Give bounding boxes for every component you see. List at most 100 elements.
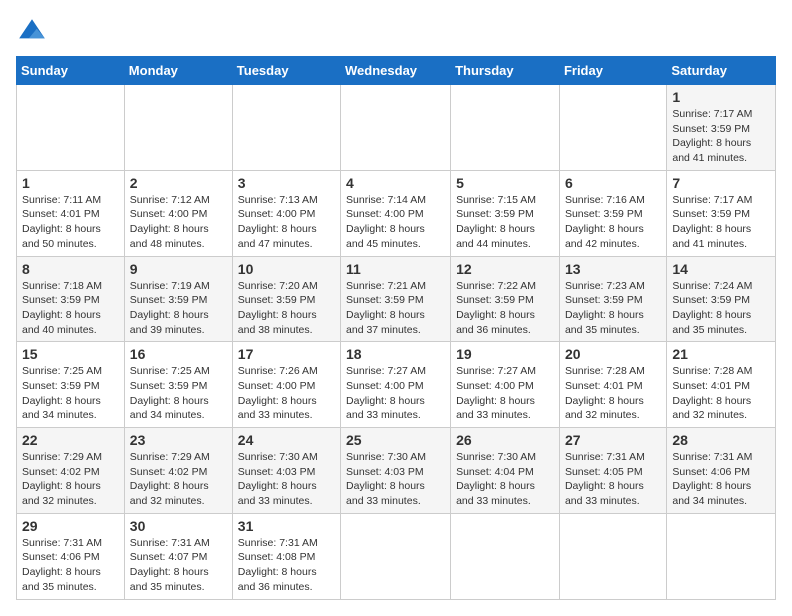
calendar-cell: 5 Sunrise: 7:15 AMSunset: 3:59 PMDayligh… — [451, 170, 560, 256]
day-number: 1 — [672, 89, 770, 105]
column-header-friday: Friday — [559, 57, 666, 85]
day-info: Sunrise: 7:23 AMSunset: 3:59 PMDaylight:… — [565, 280, 645, 336]
calendar-week-row: 8 Sunrise: 7:18 AMSunset: 3:59 PMDayligh… — [17, 256, 776, 342]
calendar-cell — [559, 513, 666, 599]
day-info: Sunrise: 7:31 AMSunset: 4:06 PMDaylight:… — [22, 537, 102, 593]
calendar-cell: 12 Sunrise: 7:22 AMSunset: 3:59 PMDaylig… — [451, 256, 560, 342]
calendar-cell — [341, 85, 451, 171]
day-info: Sunrise: 7:14 AMSunset: 4:00 PMDaylight:… — [346, 194, 426, 250]
day-info: Sunrise: 7:16 AMSunset: 3:59 PMDaylight:… — [565, 194, 645, 250]
day-info: Sunrise: 7:29 AMSunset: 4:02 PMDaylight:… — [22, 451, 102, 507]
day-info: Sunrise: 7:25 AMSunset: 3:59 PMDaylight:… — [22, 365, 102, 421]
logo — [16, 16, 52, 48]
page-header — [16, 16, 776, 48]
calendar-cell: 29 Sunrise: 7:31 AMSunset: 4:06 PMDaylig… — [17, 513, 125, 599]
day-info: Sunrise: 7:24 AMSunset: 3:59 PMDaylight:… — [672, 280, 752, 336]
day-number: 23 — [130, 432, 227, 448]
calendar-cell: 16 Sunrise: 7:25 AMSunset: 3:59 PMDaylig… — [124, 342, 232, 428]
day-number: 15 — [22, 346, 119, 362]
calendar-cell: 18 Sunrise: 7:27 AMSunset: 4:00 PMDaylig… — [341, 342, 451, 428]
day-info: Sunrise: 7:27 AMSunset: 4:00 PMDaylight:… — [346, 365, 426, 421]
calendar-cell — [232, 85, 340, 171]
day-info: Sunrise: 7:31 AMSunset: 4:06 PMDaylight:… — [672, 451, 752, 507]
day-number: 18 — [346, 346, 445, 362]
calendar-cell: 25 Sunrise: 7:30 AMSunset: 4:03 PMDaylig… — [341, 428, 451, 514]
day-number: 16 — [130, 346, 227, 362]
calendar-header-row: SundayMondayTuesdayWednesdayThursdayFrid… — [17, 57, 776, 85]
day-number: 26 — [456, 432, 554, 448]
day-info: Sunrise: 7:15 AMSunset: 3:59 PMDaylight:… — [456, 194, 536, 250]
calendar-table: SundayMondayTuesdayWednesdayThursdayFrid… — [16, 56, 776, 600]
day-info: Sunrise: 7:21 AMSunset: 3:59 PMDaylight:… — [346, 280, 426, 336]
calendar-cell: 1 Sunrise: 7:11 AMSunset: 4:01 PMDayligh… — [17, 170, 125, 256]
day-number: 3 — [238, 175, 335, 191]
calendar-week-row: 29 Sunrise: 7:31 AMSunset: 4:06 PMDaylig… — [17, 513, 776, 599]
day-number: 31 — [238, 518, 335, 534]
day-number: 5 — [456, 175, 554, 191]
day-number: 8 — [22, 261, 119, 277]
day-info: Sunrise: 7:30 AMSunset: 4:03 PMDaylight:… — [238, 451, 318, 507]
day-info: Sunrise: 7:19 AMSunset: 3:59 PMDaylight:… — [130, 280, 210, 336]
day-number: 20 — [565, 346, 661, 362]
calendar-cell: 20 Sunrise: 7:28 AMSunset: 4:01 PMDaylig… — [559, 342, 666, 428]
day-number: 17 — [238, 346, 335, 362]
day-number: 30 — [130, 518, 227, 534]
day-number: 6 — [565, 175, 661, 191]
column-header-monday: Monday — [124, 57, 232, 85]
calendar-cell: 3 Sunrise: 7:13 AMSunset: 4:00 PMDayligh… — [232, 170, 340, 256]
calendar-cell — [667, 513, 776, 599]
column-header-thursday: Thursday — [451, 57, 560, 85]
day-number: 4 — [346, 175, 445, 191]
calendar-week-row: 1 Sunrise: 7:11 AMSunset: 4:01 PMDayligh… — [17, 170, 776, 256]
day-number: 25 — [346, 432, 445, 448]
calendar-cell: 1 Sunrise: 7:17 AMSunset: 3:59 PMDayligh… — [667, 85, 776, 171]
day-number: 12 — [456, 261, 554, 277]
day-number: 14 — [672, 261, 770, 277]
calendar-cell: 28 Sunrise: 7:31 AMSunset: 4:06 PMDaylig… — [667, 428, 776, 514]
column-header-tuesday: Tuesday — [232, 57, 340, 85]
day-number: 1 — [22, 175, 119, 191]
calendar-cell: 24 Sunrise: 7:30 AMSunset: 4:03 PMDaylig… — [232, 428, 340, 514]
day-info: Sunrise: 7:17 AMSunset: 3:59 PMDaylight:… — [672, 108, 752, 164]
calendar-cell: 17 Sunrise: 7:26 AMSunset: 4:00 PMDaylig… — [232, 342, 340, 428]
calendar-cell — [17, 85, 125, 171]
day-number: 10 — [238, 261, 335, 277]
calendar-cell — [451, 85, 560, 171]
calendar-cell: 30 Sunrise: 7:31 AMSunset: 4:07 PMDaylig… — [124, 513, 232, 599]
calendar-cell: 14 Sunrise: 7:24 AMSunset: 3:59 PMDaylig… — [667, 256, 776, 342]
calendar-cell: 19 Sunrise: 7:27 AMSunset: 4:00 PMDaylig… — [451, 342, 560, 428]
day-info: Sunrise: 7:18 AMSunset: 3:59 PMDaylight:… — [22, 280, 102, 336]
day-info: Sunrise: 7:20 AMSunset: 3:59 PMDaylight:… — [238, 280, 318, 336]
day-info: Sunrise: 7:12 AMSunset: 4:00 PMDaylight:… — [130, 194, 210, 250]
calendar-cell: 31 Sunrise: 7:31 AMSunset: 4:08 PMDaylig… — [232, 513, 340, 599]
day-number: 7 — [672, 175, 770, 191]
calendar-cell: 27 Sunrise: 7:31 AMSunset: 4:05 PMDaylig… — [559, 428, 666, 514]
day-info: Sunrise: 7:22 AMSunset: 3:59 PMDaylight:… — [456, 280, 536, 336]
day-number: 29 — [22, 518, 119, 534]
day-info: Sunrise: 7:31 AMSunset: 4:08 PMDaylight:… — [238, 537, 318, 593]
calendar-cell: 23 Sunrise: 7:29 AMSunset: 4:02 PMDaylig… — [124, 428, 232, 514]
day-info: Sunrise: 7:11 AMSunset: 4:01 PMDaylight:… — [22, 194, 101, 250]
calendar-week-row: 15 Sunrise: 7:25 AMSunset: 3:59 PMDaylig… — [17, 342, 776, 428]
day-number: 24 — [238, 432, 335, 448]
calendar-cell: 11 Sunrise: 7:21 AMSunset: 3:59 PMDaylig… — [341, 256, 451, 342]
day-info: Sunrise: 7:27 AMSunset: 4:00 PMDaylight:… — [456, 365, 536, 421]
day-info: Sunrise: 7:26 AMSunset: 4:00 PMDaylight:… — [238, 365, 318, 421]
day-number: 13 — [565, 261, 661, 277]
calendar-cell: 9 Sunrise: 7:19 AMSunset: 3:59 PMDayligh… — [124, 256, 232, 342]
day-number: 11 — [346, 261, 445, 277]
day-info: Sunrise: 7:28 AMSunset: 4:01 PMDaylight:… — [565, 365, 645, 421]
calendar-cell: 13 Sunrise: 7:23 AMSunset: 3:59 PMDaylig… — [559, 256, 666, 342]
logo-icon — [16, 16, 48, 48]
calendar-week-row: 22 Sunrise: 7:29 AMSunset: 4:02 PMDaylig… — [17, 428, 776, 514]
calendar-cell — [559, 85, 666, 171]
calendar-cell: 22 Sunrise: 7:29 AMSunset: 4:02 PMDaylig… — [17, 428, 125, 514]
calendar-cell: 10 Sunrise: 7:20 AMSunset: 3:59 PMDaylig… — [232, 256, 340, 342]
day-number: 28 — [672, 432, 770, 448]
calendar-week-row: 1 Sunrise: 7:17 AMSunset: 3:59 PMDayligh… — [17, 85, 776, 171]
column-header-saturday: Saturday — [667, 57, 776, 85]
day-number: 22 — [22, 432, 119, 448]
calendar-cell: 21 Sunrise: 7:28 AMSunset: 4:01 PMDaylig… — [667, 342, 776, 428]
day-number: 9 — [130, 261, 227, 277]
day-info: Sunrise: 7:25 AMSunset: 3:59 PMDaylight:… — [130, 365, 210, 421]
